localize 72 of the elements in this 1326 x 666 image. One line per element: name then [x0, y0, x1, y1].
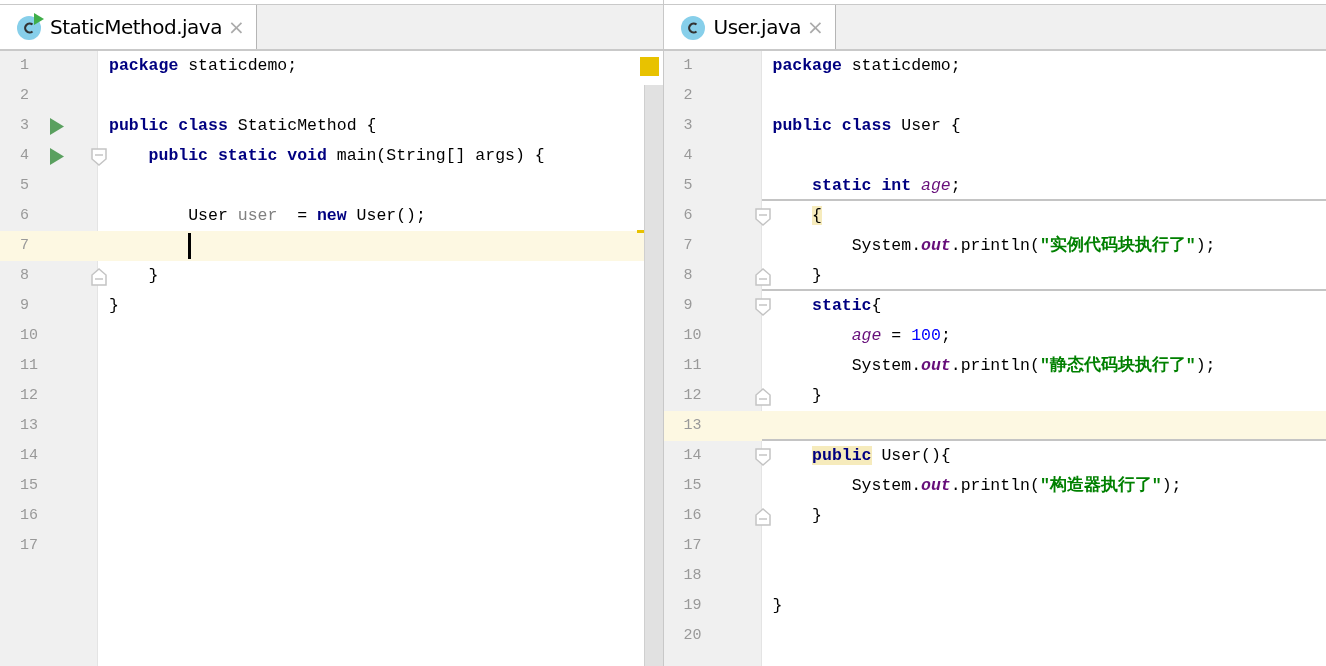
code-editor[interactable]: 1 package staticdemo; 2 3 public class StaticMethod { 4 public static void main(String[] args) { 5 6 User user = new User(); 7 8 } 9 } 10 11 12 13 14 15 16 17 [0, 51, 663, 666]
code-line: public class StaticMethod { [109, 115, 377, 137]
code-line: } [147, 265, 159, 287]
line-number: 3 [20, 117, 29, 135]
line-number: 1 [683, 57, 693, 75]
code-line: } [811, 385, 822, 407]
line-number: 13 [20, 417, 38, 435]
line-number: 13 [683, 417, 702, 435]
code-line: System.out.println("静态代码块执行了"); [850, 354, 1216, 377]
line-number: 5 [20, 177, 29, 195]
code-line: package staticdemo; [109, 55, 298, 77]
fold-icon[interactable] [754, 448, 771, 466]
line-number: 12 [20, 387, 38, 405]
line-number: 7 [20, 237, 29, 255]
line-number: 7 [683, 237, 693, 255]
line-number: 9 [683, 297, 693, 315]
line-number: 6 [683, 207, 693, 225]
line-number: 16 [683, 507, 702, 525]
fold-icon[interactable] [91, 148, 107, 166]
line-number: 14 [683, 447, 702, 465]
line-number: 17 [20, 537, 38, 555]
fold-icon[interactable] [91, 268, 107, 286]
fold-icon[interactable] [754, 388, 771, 406]
line-number: 6 [20, 207, 29, 225]
code-line: } [109, 295, 119, 317]
line-number: 11 [20, 357, 38, 375]
fold-icon[interactable] [754, 508, 771, 526]
code-line: static{ [811, 295, 882, 317]
editor-tab[interactable]: User.java × [663, 5, 837, 49]
editor-tab[interactable]: StaticMethod.java × [0, 5, 258, 49]
line-number: 11 [683, 357, 702, 375]
fold-icon[interactable] [754, 298, 771, 316]
line-number: 20 [683, 627, 702, 645]
code-line: User user = new User(); [187, 205, 426, 227]
line-number: 17 [683, 537, 702, 555]
fold-icon[interactable] [754, 208, 771, 226]
line-number: 15 [683, 477, 702, 495]
line-number: 3 [683, 117, 693, 135]
code-line: public User(){ [811, 445, 951, 467]
code-line: } [772, 595, 783, 617]
code-line: package staticdemo; [772, 55, 961, 77]
line-number: 5 [683, 177, 693, 195]
run-icon[interactable] [50, 118, 64, 135]
line-number: 12 [683, 387, 702, 405]
line-number: 14 [20, 447, 38, 465]
line-number: 10 [683, 327, 702, 345]
line-number: 15 [20, 477, 38, 495]
code-line: static int age; [811, 175, 961, 197]
code-line: public static void main(String[] args) { [147, 145, 545, 167]
status-marker-icon [639, 57, 659, 76]
code-line: } [811, 505, 822, 527]
line-number: 10 [20, 327, 38, 345]
line-number: 2 [683, 87, 693, 105]
code-line: public class User { [772, 115, 961, 137]
fold-icon[interactable] [754, 268, 771, 286]
line-number: 4 [683, 147, 693, 165]
code-editor[interactable] [663, 51, 1326, 666]
scrollbar[interactable] [643, 85, 663, 666]
code-line: } [811, 265, 822, 287]
line-number: 8 [20, 267, 29, 285]
line-number: 16 [20, 507, 38, 525]
line-number: 2 [20, 87, 29, 105]
code-line: age = 100; [850, 325, 951, 347]
line-number: 1 [20, 57, 29, 75]
line-number: 19 [683, 597, 702, 615]
line-number: 8 [683, 267, 693, 285]
code-line: System.out.println("构造器执行了"); [850, 474, 1182, 497]
line-number: 4 [20, 147, 29, 165]
run-icon[interactable] [50, 148, 64, 165]
code-line: System.out.println("实例代码块执行了"); [850, 234, 1216, 257]
line-number: 9 [20, 297, 29, 315]
line-number: 18 [683, 567, 702, 585]
